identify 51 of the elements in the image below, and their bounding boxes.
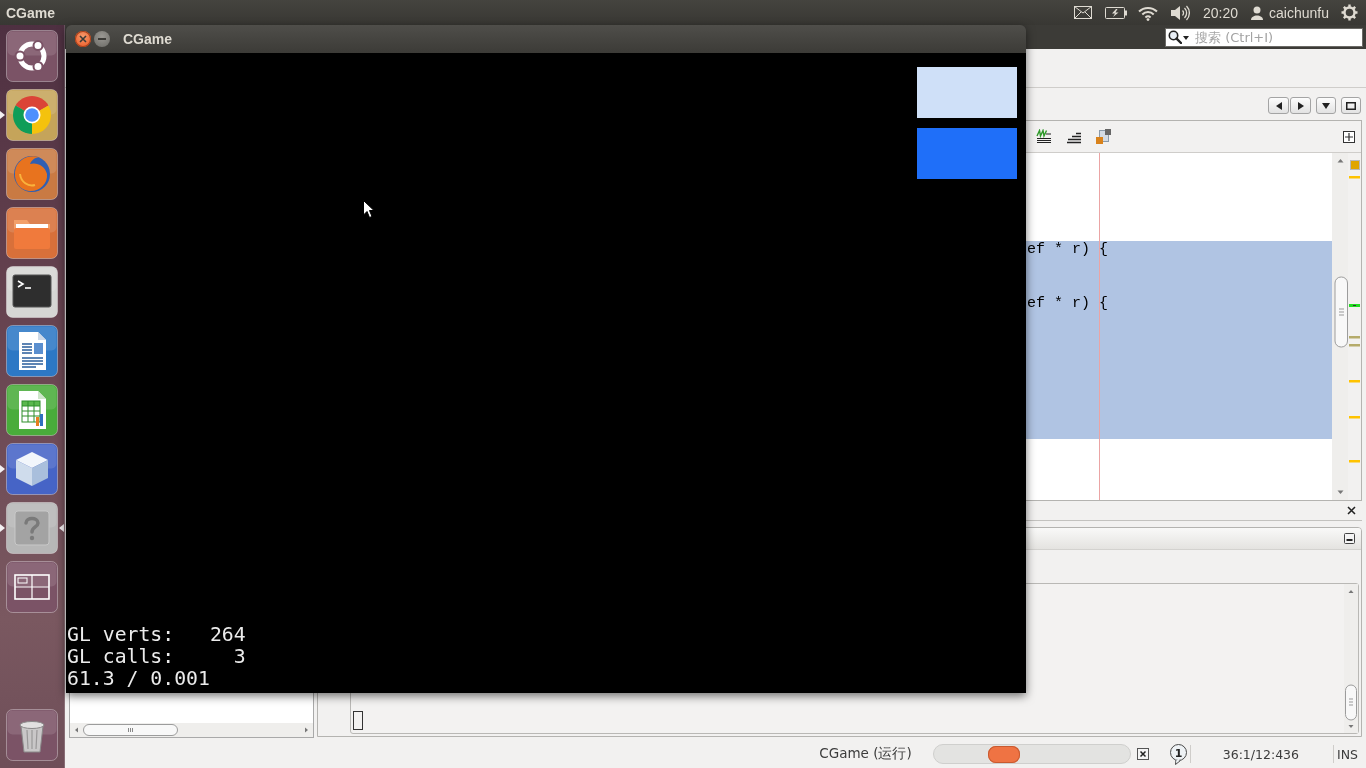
vertical-scrollbar[interactable] (1332, 153, 1348, 500)
wifi-icon[interactable] (1137, 4, 1159, 21)
ring-with-dots-icon[interactable] (6, 30, 58, 82)
wave-lines-icon[interactable] (1036, 129, 1051, 144)
minimize-icon[interactable] (1344, 533, 1355, 544)
debug-stat-line: GL calls: 3 (67, 646, 246, 668)
volume-icon[interactable] (1170, 4, 1190, 21)
close-icon (79, 35, 87, 43)
battery-icon[interactable] (1105, 6, 1127, 19)
debug-stat-line: 61.3 / 0.001 (67, 668, 210, 690)
cross-box-icon[interactable] (1343, 130, 1355, 143)
minimize-button[interactable] (94, 31, 110, 47)
window-title: CGame (123, 31, 173, 47)
mail-icon[interactable] (1074, 6, 1092, 19)
tricolor-ring-icon[interactable] (6, 89, 58, 141)
maximize-button[interactable] (1341, 97, 1361, 114)
cursor-position: 36:1/12:436 (1222, 746, 1299, 762)
debug-stat-line: GL verts: 264 (67, 624, 246, 646)
insert-mode: INS (1337, 746, 1358, 762)
cube-icon[interactable] (6, 443, 58, 495)
search-field[interactable]: 搜索 (Ctrl+I) (1165, 27, 1363, 47)
clock[interactable]: 20:20 (1203, 4, 1239, 21)
close-button[interactable] (75, 31, 91, 47)
search-icon (1168, 29, 1182, 44)
file-pair-icon[interactable] (1096, 129, 1111, 144)
left-arrow-button[interactable] (1268, 97, 1289, 114)
app-title: CGame (6, 4, 56, 21)
workspace-grid-icon[interactable] (6, 561, 58, 613)
terminal-icon[interactable] (6, 266, 58, 318)
mouse-pointer-icon (363, 200, 375, 219)
block-cursor-icon (353, 711, 363, 730)
down-arrow-icon (1322, 102, 1330, 109)
dropdown-button[interactable] (1316, 97, 1336, 114)
horizontal-scrollbar[interactable] (70, 723, 313, 737)
vertical-scrollbar[interactable] (1344, 584, 1358, 733)
close-box-icon[interactable] (1136, 748, 1149, 760)
maximize-icon (1346, 101, 1356, 110)
trash-icon[interactable] (6, 709, 58, 761)
text-document-icon[interactable] (6, 325, 58, 377)
folder-icon[interactable] (6, 207, 58, 259)
running-task-label: CGame (运行) (819, 745, 912, 763)
right-arrow-button[interactable] (1290, 97, 1311, 114)
minimize-icon (98, 38, 106, 40)
right-arrow-icon (1297, 101, 1304, 110)
user-name[interactable]: caichunfu (1269, 4, 1329, 21)
left-arrow-icon (1275, 101, 1282, 110)
close-icon[interactable] (1347, 506, 1356, 515)
user-icon[interactable] (1251, 5, 1264, 20)
gear-icon[interactable] (1341, 4, 1358, 21)
spreadsheet-icon[interactable] (6, 384, 58, 436)
caret-icon (1183, 35, 1189, 40)
